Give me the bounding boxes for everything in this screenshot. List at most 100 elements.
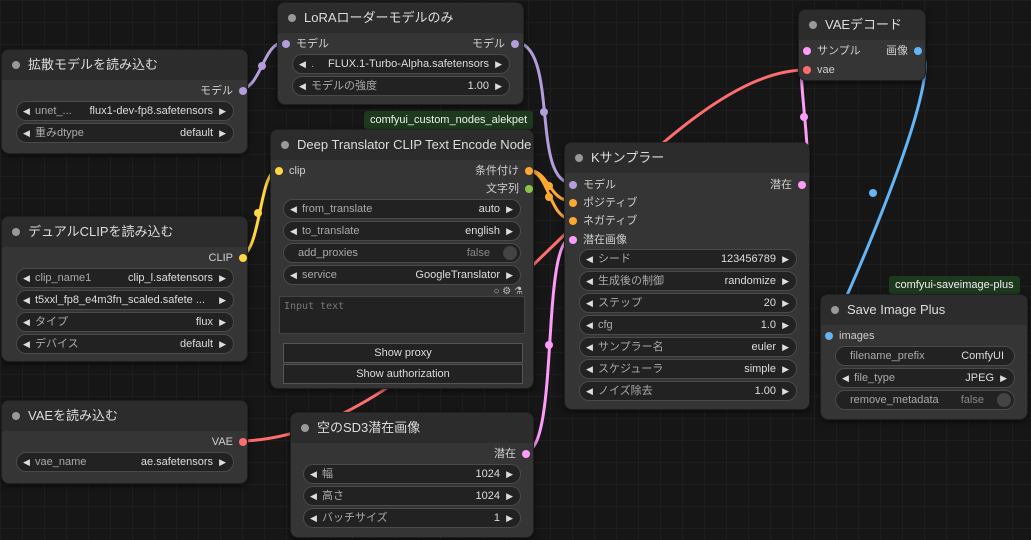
arrow-left-icon[interactable]: ◀ (586, 360, 593, 378)
node-title[interactable]: VAEデコード (799, 10, 925, 40)
widget-filename-prefix[interactable]: filename_prefix ComfyUI (835, 346, 1015, 366)
node-vae-loader[interactable]: VAEを読み込む VAE ◀ vae_name ae.safetensors ▶ (1, 400, 248, 484)
arrow-left-icon[interactable]: ◀ (586, 250, 593, 268)
vae-pin-icon[interactable] (239, 438, 247, 446)
arrow-left-icon[interactable]: ◀ (23, 335, 30, 353)
output-slot-latent[interactable]: 潜在 (770, 178, 806, 192)
output-slot-vae[interactable]: VAE (212, 435, 247, 449)
widget-model-strength[interactable]: ◀ モデルの強度 1.00 ▶ (292, 76, 510, 96)
output-slot-clip[interactable]: CLIP (209, 251, 247, 265)
prompt-textarea[interactable]: Input text (279, 296, 525, 334)
node-save-image-plus[interactable]: Save Image Plus images filename_prefix Co… (820, 294, 1028, 420)
input-slot-clip[interactable]: clip (275, 164, 306, 178)
model-pin-icon[interactable] (569, 181, 577, 189)
node-lora-loader[interactable]: LoRAローダーモデルのみ モデル モデル ◀. FLUX.1-Turbo-Alp… (277, 2, 524, 105)
node-ksampler[interactable]: Kサンプラー モデル ポジティブ ネガティブ 潜在画像 潜在 ◀ シード 12345… (564, 142, 810, 410)
arrow-left-icon[interactable]: ◀ (842, 369, 849, 387)
collapse-dot-icon[interactable] (281, 141, 289, 149)
arrow-right-icon[interactable]: ▶ (219, 124, 226, 142)
input-slot-images[interactable]: images (825, 329, 874, 343)
show-proxy-button[interactable]: Show proxy (283, 343, 523, 363)
input-slot-latent[interactable]: 潜在画像 (569, 233, 627, 247)
node-empty-sd3-latent[interactable]: 空のSD3潜在画像 潜在 ◀ 幅 1024 ▶ ◀ 高さ 1024 ▶ ◀ バッチサイズ 1 ▶ (290, 412, 534, 538)
toggle-knob-icon[interactable] (997, 393, 1011, 407)
arrow-left-icon[interactable]: ◀ (586, 338, 593, 356)
latent-pin-icon[interactable] (522, 450, 530, 458)
arrow-right-icon[interactable]: ▶ (219, 313, 226, 331)
widget-control-after-generate[interactable]: ◀ 生成後の制御 randomize ▶ (579, 271, 797, 291)
arrow-left-icon[interactable]: ◀ (586, 382, 593, 400)
model-pin-icon[interactable] (282, 40, 290, 48)
input-slot-positive[interactable]: ポジティブ (569, 196, 637, 210)
arrow-right-icon[interactable]: ▶ (1000, 369, 1007, 387)
node-title[interactable]: 拡散モデルを読み込む (2, 50, 247, 80)
collapse-dot-icon[interactable] (301, 424, 309, 432)
arrow-right-icon[interactable]: ▶ (219, 102, 226, 120)
node-deep-translator[interactable]: Deep Translator CLIP Text Encode Node cl… (270, 129, 534, 389)
node-diffusion-model-loader[interactable]: 拡散モデルを読み込む モデル ◀ unet_... flux1-dev-fp8.sa… (1, 49, 248, 154)
node-title[interactable]: Deep Translator CLIP Text Encode Node (271, 130, 533, 160)
input-slot-samples[interactable]: サンプル (803, 44, 861, 58)
collapse-dot-icon[interactable] (575, 154, 583, 162)
collapse-dot-icon[interactable] (12, 61, 20, 69)
arrow-right-icon[interactable]: ▶ (506, 266, 513, 284)
collapse-dot-icon[interactable] (831, 306, 839, 314)
widget-clip-device[interactable]: ◀ デバイス default ▶ (16, 334, 234, 354)
arrow-right-icon[interactable]: ▶ (506, 222, 513, 240)
arrow-left-icon[interactable]: ◀ (290, 222, 297, 240)
output-slot-model[interactable]: モデル (200, 84, 247, 98)
output-slot-model[interactable]: モデル (472, 37, 519, 51)
arrow-left-icon[interactable]: ◀ (310, 509, 317, 527)
arrow-left-icon[interactable]: ◀ (310, 465, 317, 483)
arrow-right-icon[interactable]: ▶ (506, 509, 513, 527)
model-pin-icon[interactable] (239, 87, 247, 95)
widget-to-translate[interactable]: ◀ to_translate english ▶ (283, 221, 521, 241)
arrow-left-icon[interactable]: ◀ (23, 269, 30, 287)
arrow-left-icon[interactable]: ◀ (299, 77, 306, 95)
widget-clip-name1[interactable]: ◀ clip_name1 clip_l.safetensors ▶ (16, 268, 234, 288)
vae-pin-icon[interactable] (803, 66, 811, 74)
input-slot-model[interactable]: モデル (282, 37, 329, 51)
clip-pin-icon[interactable] (275, 167, 283, 175)
latent-pin-icon[interactable] (803, 47, 811, 55)
arrow-left-icon[interactable]: ◀ (299, 55, 306, 73)
collapse-dot-icon[interactable] (12, 412, 20, 420)
widget-vae-name[interactable]: ◀ vae_name ae.safetensors ▶ (16, 452, 234, 472)
show-authorization-button[interactable]: Show authorization (283, 364, 523, 384)
widget-width[interactable]: ◀ 幅 1024 ▶ (303, 464, 521, 484)
widget-unet-name[interactable]: ◀ unet_... flux1-dev-fp8.safetensors ▶ (16, 101, 234, 121)
toggle-knob-icon[interactable] (503, 246, 517, 260)
arrow-right-icon[interactable]: ▶ (506, 465, 513, 483)
widget-lora-name[interactable]: ◀. FLUX.1-Turbo-Alpha.safetensors ▶ (292, 54, 510, 74)
arrow-right-icon[interactable]: ▶ (219, 291, 226, 309)
node-dual-clip-loader[interactable]: デュアルCLIPを読み込む CLIP ◀ clip_name1 clip_l.saf… (1, 216, 248, 362)
arrow-left-icon[interactable]: ◀ (23, 291, 30, 309)
arrow-left-icon[interactable]: ◀ (23, 453, 30, 471)
widget-scheduler[interactable]: ◀ スケジューラ simple ▶ (579, 359, 797, 379)
conditioning-pin-icon[interactable] (569, 217, 577, 225)
widget-height[interactable]: ◀ 高さ 1024 ▶ (303, 486, 521, 506)
arrow-right-icon[interactable]: ▶ (506, 200, 513, 218)
arrow-left-icon[interactable]: ◀ (586, 272, 593, 290)
node-vae-decode[interactable]: VAEデコード サンプル vae 画像 (798, 9, 926, 81)
arrow-left-icon[interactable]: ◀ (290, 266, 297, 284)
collapse-dot-icon[interactable] (12, 228, 20, 236)
output-slot-conditioning[interactable]: 条件付け (475, 164, 533, 178)
widget-sampler-name[interactable]: ◀ サンプラー名 euler ▶ (579, 337, 797, 357)
node-title[interactable]: Save Image Plus (821, 295, 1027, 325)
arrow-right-icon[interactable]: ▶ (782, 250, 789, 268)
model-pin-icon[interactable] (511, 40, 519, 48)
arrow-right-icon[interactable]: ▶ (782, 316, 789, 334)
widget-from-translate[interactable]: ◀ from_translate auto ▶ (283, 199, 521, 219)
arrow-left-icon[interactable]: ◀ (23, 124, 30, 142)
arrow-right-icon[interactable]: ▶ (506, 487, 513, 505)
arrow-right-icon[interactable]: ▶ (495, 77, 502, 95)
node-title[interactable]: LoRAローダーモデルのみ (278, 3, 523, 33)
arrow-right-icon[interactable]: ▶ (782, 360, 789, 378)
conditioning-pin-icon[interactable] (525, 167, 533, 175)
arrow-right-icon[interactable]: ▶ (219, 335, 226, 353)
arrow-left-icon[interactable]: ◀ (23, 313, 30, 331)
string-pin-icon[interactable] (525, 185, 533, 193)
input-slot-vae[interactable]: vae (803, 63, 835, 77)
latent-pin-icon[interactable] (569, 236, 577, 244)
